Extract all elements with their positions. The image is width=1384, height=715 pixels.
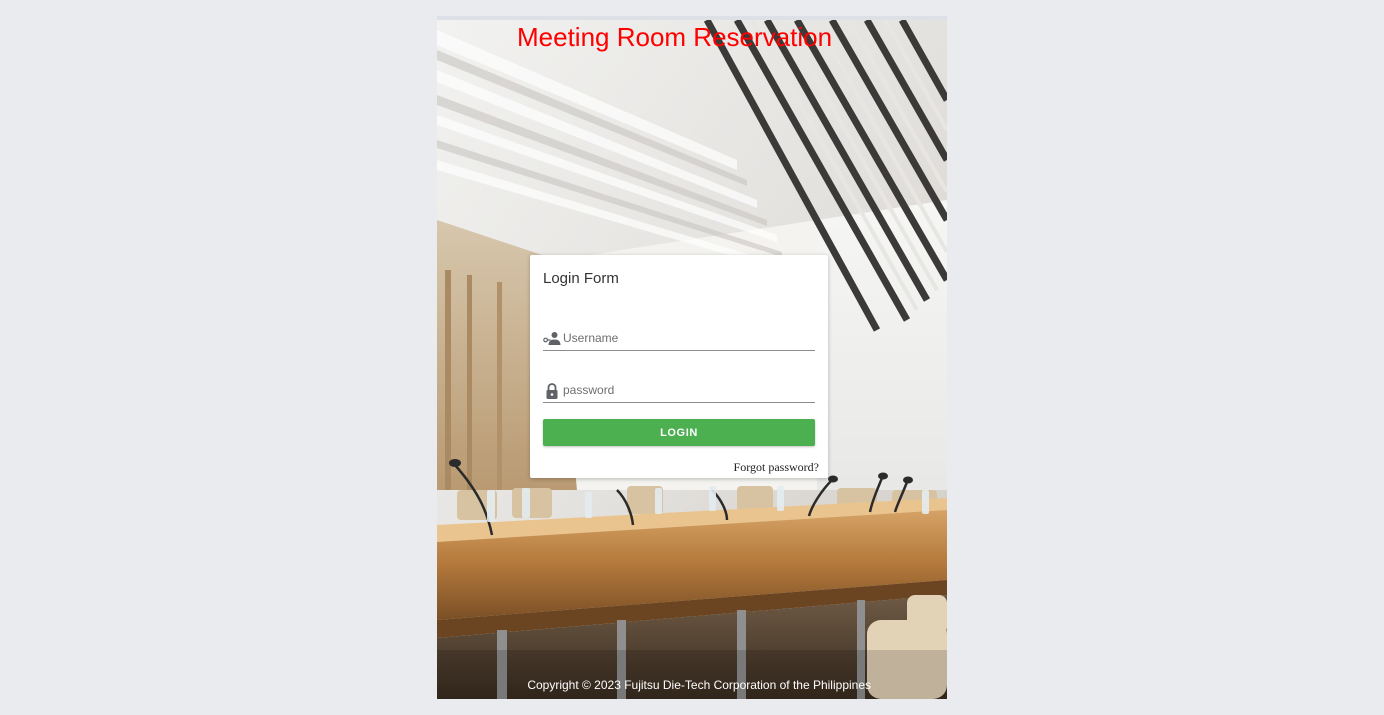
login-button[interactable]: LOGIN [543, 419, 815, 446]
page-title: Meeting Room Reservation [517, 22, 833, 52]
login-form-card: Login Form LOGIN [530, 255, 828, 478]
login-page-panel: Meeting Room Reservation Login Form User… [437, 16, 947, 699]
password-input[interactable] [563, 380, 813, 400]
forgot-password-link[interactable]: Forgot password? [734, 460, 819, 475]
login-form-title: Login Form [543, 270, 619, 287]
username-input[interactable] [563, 328, 813, 348]
user-key-icon [543, 330, 561, 348]
copyright-footer: Copyright © 2023 Fujitsu Die-Tech Corpor… [527, 678, 871, 692]
username-field-wrapper [543, 328, 815, 351]
lock-icon [543, 382, 561, 400]
password-field-wrapper [543, 380, 815, 403]
